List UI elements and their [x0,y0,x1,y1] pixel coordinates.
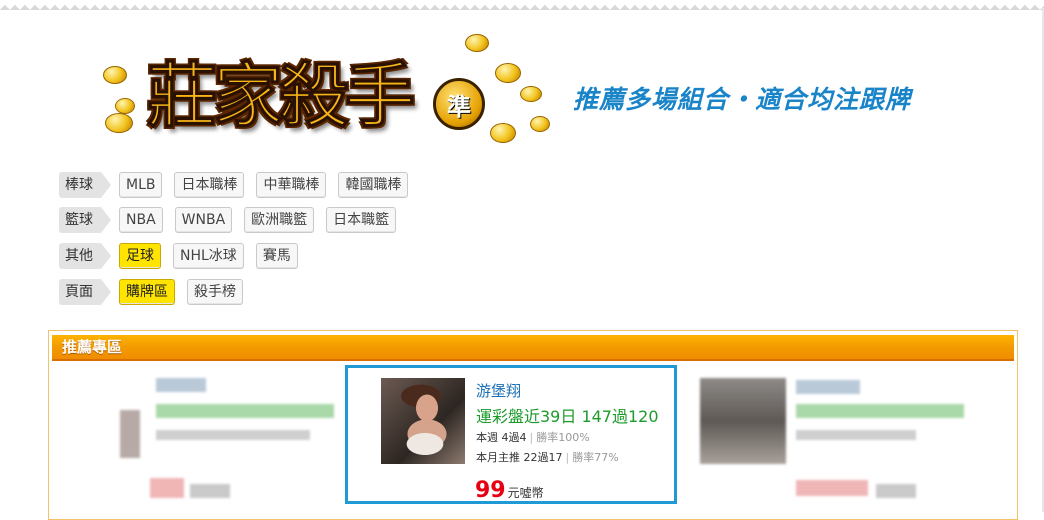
tipster-avatar[interactable] [381,378,465,464]
tagline: 推薦多場組合・適合均注跟牌 [573,85,912,114]
chip-killer-ranking[interactable]: 殺手榜 [187,279,243,305]
coin-icon [103,66,127,84]
month-stats: 本月主推 22過17 | 勝率77% [476,451,619,464]
logo-title: 莊家殺手 [147,54,416,138]
coin-icon [105,113,133,133]
site-logo[interactable]: 莊家殺手 準 [95,28,555,148]
chip-purchase-area[interactable]: 購牌區 [119,279,175,305]
chip-japan-basketball[interactable]: 日本職籃 [326,207,397,233]
tipster-record: 運彩盤近39日 147過120 [476,407,659,426]
category-row-basketball: 籃球 NBA WNBA 歐洲職籃 日本職籃 [59,206,408,234]
category-row-pages: 頁面 購牌區 殺手榜 [59,278,255,306]
top-border [0,0,1044,10]
chip-nba[interactable]: NBA [119,207,163,233]
coin-icon [530,116,550,132]
week-stats: 本週 4過4 | 勝率100% [476,431,590,444]
featured-tipster-card[interactable]: 游堡翔 運彩盤近39日 147過120 本週 4過4 | 勝率100% 本月主推 2… [345,365,677,504]
category-label: 籃球 [59,207,111,233]
price-unit: 元噓幣 [507,486,544,500]
category-label: 其他 [59,243,111,269]
month-win-rate: 勝率77% [572,451,619,464]
logo-badge: 準 [433,78,485,130]
tipster-name[interactable]: 游堡翔 [476,380,521,401]
chip-nhl[interactable]: NHL冰球 [173,243,244,269]
blurred-card-left[interactable] [110,372,340,512]
month-record: 本月主推 22過17 [476,451,563,464]
coin-icon [520,86,542,102]
category-row-baseball: 棒球 MLB 日本職棒 中華職棒 韓國職棒 [59,171,420,199]
category-label: 棒球 [59,172,111,198]
coin-icon [495,63,521,83]
chip-mlb[interactable]: MLB [119,172,163,198]
coin-icon [490,123,516,143]
category-row-other: 其他 足球 NHL冰球 賽馬 [59,242,310,270]
chip-horse-racing[interactable]: 賽馬 [255,243,298,269]
chip-wnba[interactable]: WNBA [174,207,233,233]
price[interactable]: 99 元噓幣 [475,478,544,503]
category-label: 頁面 [59,279,111,305]
week-record: 本週 4過4 [476,431,527,444]
coin-icon [465,34,489,52]
chip-kbo[interactable]: 韓國職棒 [338,172,409,198]
week-win-rate: 勝率100% [536,431,590,444]
coin-icon [115,98,135,114]
panel-title: 推薦專區 [62,338,123,356]
chip-npb[interactable]: 日本職棒 [174,172,245,198]
panel-header: 推薦專區 [52,335,1014,361]
chip-euro-basketball[interactable]: 歐洲職籃 [244,207,315,233]
price-value: 99 [475,478,506,503]
chip-cpbl[interactable]: 中華職棒 [256,172,327,198]
chip-soccer[interactable]: 足球 [119,243,161,269]
blurred-card-right[interactable] [698,372,998,512]
